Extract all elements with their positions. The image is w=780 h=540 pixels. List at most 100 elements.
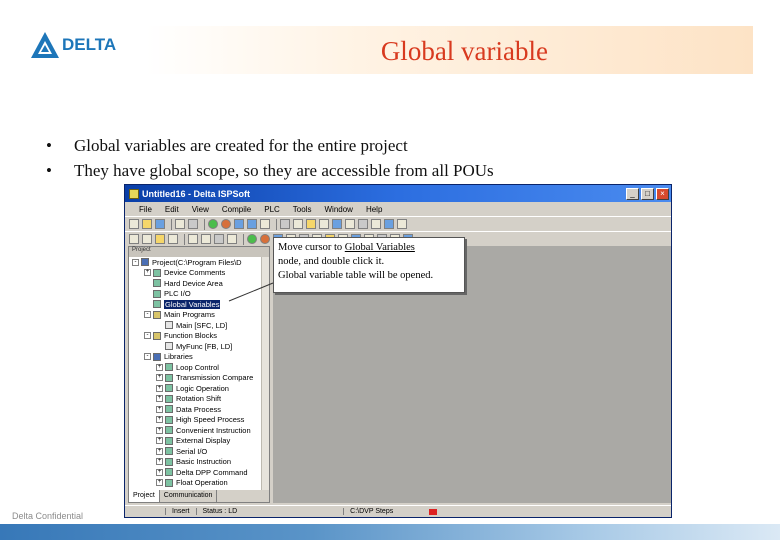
- download-icon[interactable]: [234, 219, 244, 229]
- expand-icon[interactable]: +: [156, 405, 163, 413]
- collapse-icon[interactable]: -: [144, 311, 151, 319]
- paste-icon[interactable]: [155, 234, 165, 244]
- tree-node[interactable]: + Device Comments: [132, 268, 269, 279]
- expand-icon[interactable]: +: [156, 384, 163, 392]
- tree-node[interactable]: + Loop Control: [132, 362, 269, 373]
- tree-node[interactable]: PLC I/O: [132, 289, 269, 300]
- collapse-icon[interactable]: -: [132, 258, 139, 266]
- tool-icon[interactable]: [384, 219, 394, 229]
- tool-icon[interactable]: [371, 219, 381, 229]
- tree-node-label: Loop Control: [176, 362, 219, 372]
- delete-icon[interactable]: [168, 234, 178, 244]
- tree-node[interactable]: + Logic Operation: [132, 383, 269, 394]
- tree-node[interactable]: Hard Device Area: [132, 278, 269, 289]
- tree-node[interactable]: + Basic Instruction: [132, 457, 269, 468]
- tool-icon[interactable]: [397, 219, 407, 229]
- tree-node[interactable]: Main [SFC, LD]: [132, 320, 269, 331]
- tool-icon[interactable]: [332, 219, 342, 229]
- expand-icon[interactable]: +: [156, 426, 163, 434]
- library-icon: [165, 478, 173, 487]
- tree-node[interactable]: + Delta DPP Command: [132, 467, 269, 478]
- expand-icon[interactable]: +: [156, 374, 163, 382]
- undo-icon[interactable]: [188, 234, 198, 244]
- tab-project[interactable]: Project: [129, 490, 160, 502]
- tree-node[interactable]: + External Display: [132, 436, 269, 447]
- close-icon[interactable]: ×: [656, 187, 669, 200]
- tree-node[interactable]: + High Speed Process: [132, 415, 269, 426]
- tree-node[interactable]: - Main Programs: [132, 310, 269, 321]
- project-icon: [141, 258, 149, 267]
- menu-help[interactable]: Help: [366, 205, 382, 214]
- minimize-icon[interactable]: _: [626, 187, 639, 200]
- status-mode: Insert: [165, 508, 196, 515]
- collapse-icon[interactable]: -: [144, 332, 151, 340]
- toolbar-separator: [171, 218, 172, 230]
- copy-icon[interactable]: [142, 234, 152, 244]
- zoom-icon[interactable]: [227, 234, 237, 244]
- expand-icon[interactable]: +: [144, 269, 151, 277]
- toolbar-separator: [243, 233, 244, 245]
- library-icon: [165, 384, 173, 393]
- tab-communication[interactable]: Communication: [160, 490, 218, 502]
- expand-icon[interactable]: +: [156, 363, 163, 371]
- expand-icon[interactable]: +: [156, 395, 163, 403]
- menu-plc[interactable]: PLC: [264, 205, 280, 214]
- menu-compile[interactable]: Compile: [222, 205, 251, 214]
- library-icon: [165, 447, 173, 456]
- tool-icon[interactable]: [319, 219, 329, 229]
- menu-tools[interactable]: Tools: [293, 205, 312, 214]
- compile-icon[interactable]: [208, 219, 218, 229]
- tree-node[interactable]: + Rotation Shift: [132, 394, 269, 405]
- main-programs-icon: [153, 310, 161, 319]
- tree-node[interactable]: + Data Process: [132, 404, 269, 415]
- cut-icon[interactable]: [129, 234, 139, 244]
- tree-node[interactable]: + Serial I/O: [132, 446, 269, 457]
- offline-icon[interactable]: [293, 219, 303, 229]
- expand-icon[interactable]: +: [156, 468, 163, 476]
- menu-file[interactable]: File: [139, 205, 152, 214]
- tree-node[interactable]: MyFunc [FB, LD]: [132, 341, 269, 352]
- callout-line-3: Global variable table will be opened.: [278, 270, 434, 281]
- tree-node[interactable]: + Transmission Compare: [132, 373, 269, 384]
- status-language: Status : LD: [195, 508, 244, 515]
- menu-view[interactable]: View: [192, 205, 209, 214]
- expand-icon[interactable]: +: [156, 437, 163, 445]
- tool-icon[interactable]: [358, 219, 368, 229]
- program-icon: [165, 321, 173, 330]
- tree-node[interactable]: - Project(C:\Program Files\D: [132, 257, 269, 268]
- expand-icon[interactable]: +: [156, 479, 163, 487]
- stop-icon[interactable]: [221, 219, 231, 229]
- tree-node[interactable]: + Float Operation: [132, 478, 269, 489]
- tree-node[interactable]: - Function Blocks: [132, 331, 269, 342]
- open-icon[interactable]: [142, 219, 152, 229]
- print-preview-icon[interactable]: [188, 219, 198, 229]
- maximize-icon[interactable]: □: [641, 187, 654, 200]
- redo-icon[interactable]: [201, 234, 211, 244]
- print-icon[interactable]: [175, 219, 185, 229]
- callout-line-1: Move cursor to Global Variables: [278, 241, 460, 255]
- online-icon[interactable]: [280, 219, 290, 229]
- run-icon[interactable]: [247, 234, 257, 244]
- tree-node[interactable]: - Libraries: [132, 352, 269, 363]
- tool-icon[interactable]: [345, 219, 355, 229]
- upload-icon[interactable]: [247, 219, 257, 229]
- monitor-icon[interactable]: [260, 219, 270, 229]
- status-indicator: [429, 508, 438, 515]
- tree-node[interactable]: + Convenient Instruction: [132, 425, 269, 436]
- menu-window[interactable]: Window: [324, 205, 352, 214]
- new-icon[interactable]: [129, 219, 139, 229]
- save-icon[interactable]: [155, 219, 165, 229]
- find-icon[interactable]: [214, 234, 224, 244]
- window-titlebar: Untitled16 - Delta ISPSoft _ □ ×: [125, 185, 671, 202]
- menu-edit[interactable]: Edit: [165, 205, 179, 214]
- project-scrollbar[interactable]: [261, 257, 269, 490]
- tree-node-label: Rotation Shift: [176, 394, 222, 404]
- settings-icon[interactable]: [306, 219, 316, 229]
- pause-icon[interactable]: [260, 234, 270, 244]
- collapse-icon[interactable]: -: [144, 353, 151, 361]
- expand-icon[interactable]: +: [156, 447, 163, 455]
- tree-node[interactable]: Global Variables: [132, 299, 269, 310]
- expand-icon[interactable]: +: [156, 458, 163, 466]
- expand-icon[interactable]: +: [156, 416, 163, 424]
